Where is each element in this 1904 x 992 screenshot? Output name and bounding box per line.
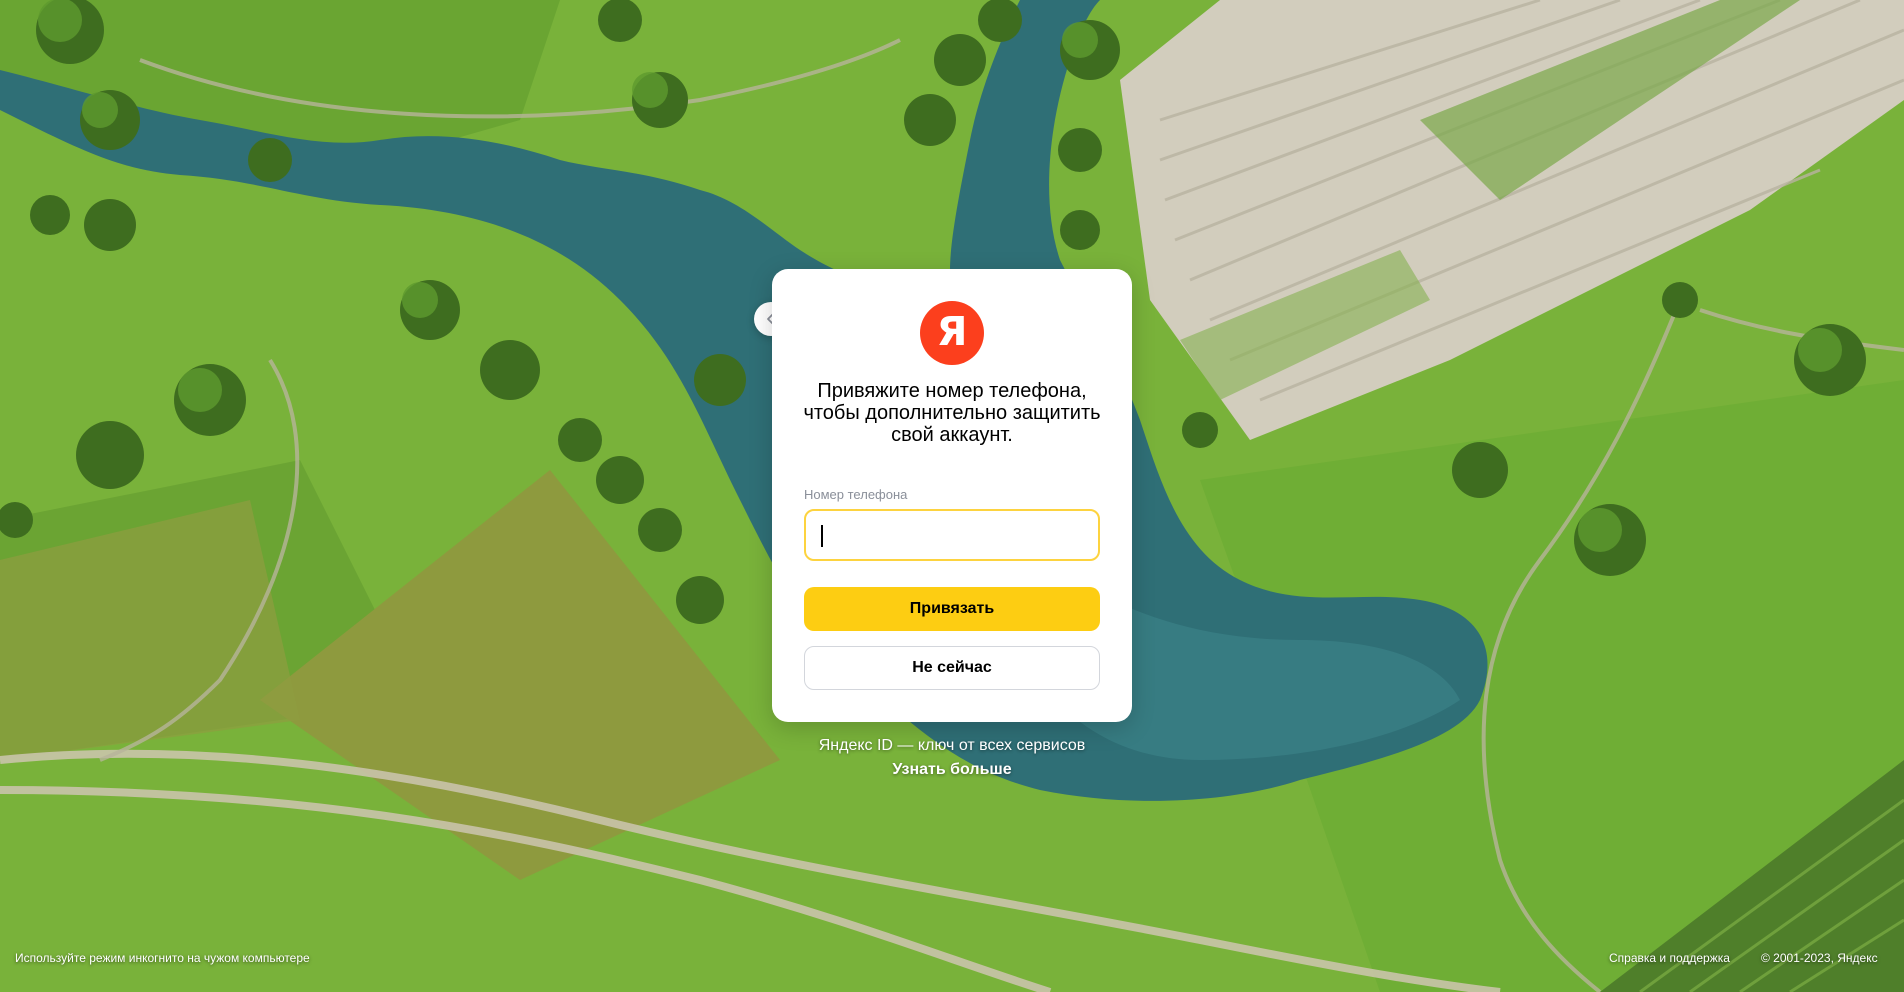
not-now-button[interactable]: Не сейчас (804, 646, 1100, 690)
help-link[interactable]: Справка и поддержка (1609, 951, 1730, 965)
promo-text: Яндекс ID — ключ от всех сервисов (818, 737, 1086, 754)
yandex-logo: Я (920, 301, 984, 365)
learn-more-link[interactable]: Узнать больше (752, 761, 1152, 779)
phone-binding-card: Я Привяжите номер телефона, чтобы дополн… (772, 269, 1132, 722)
copyright: © 2001-2023, Яндекс (1761, 951, 1878, 965)
text-caret (821, 525, 823, 547)
card-title: Привяжите номер телефона, чтобы дополнит… (803, 380, 1101, 446)
phone-field-label: Номер телефона (804, 487, 908, 502)
phone-field (804, 509, 1100, 561)
incognito-hint: Используйте режим инкогнито на чужом ком… (15, 951, 310, 965)
yandex-logo-letter: Я (936, 309, 968, 355)
bind-phone-button[interactable]: Привязать (804, 587, 1100, 631)
phone-input[interactable] (806, 511, 1098, 559)
